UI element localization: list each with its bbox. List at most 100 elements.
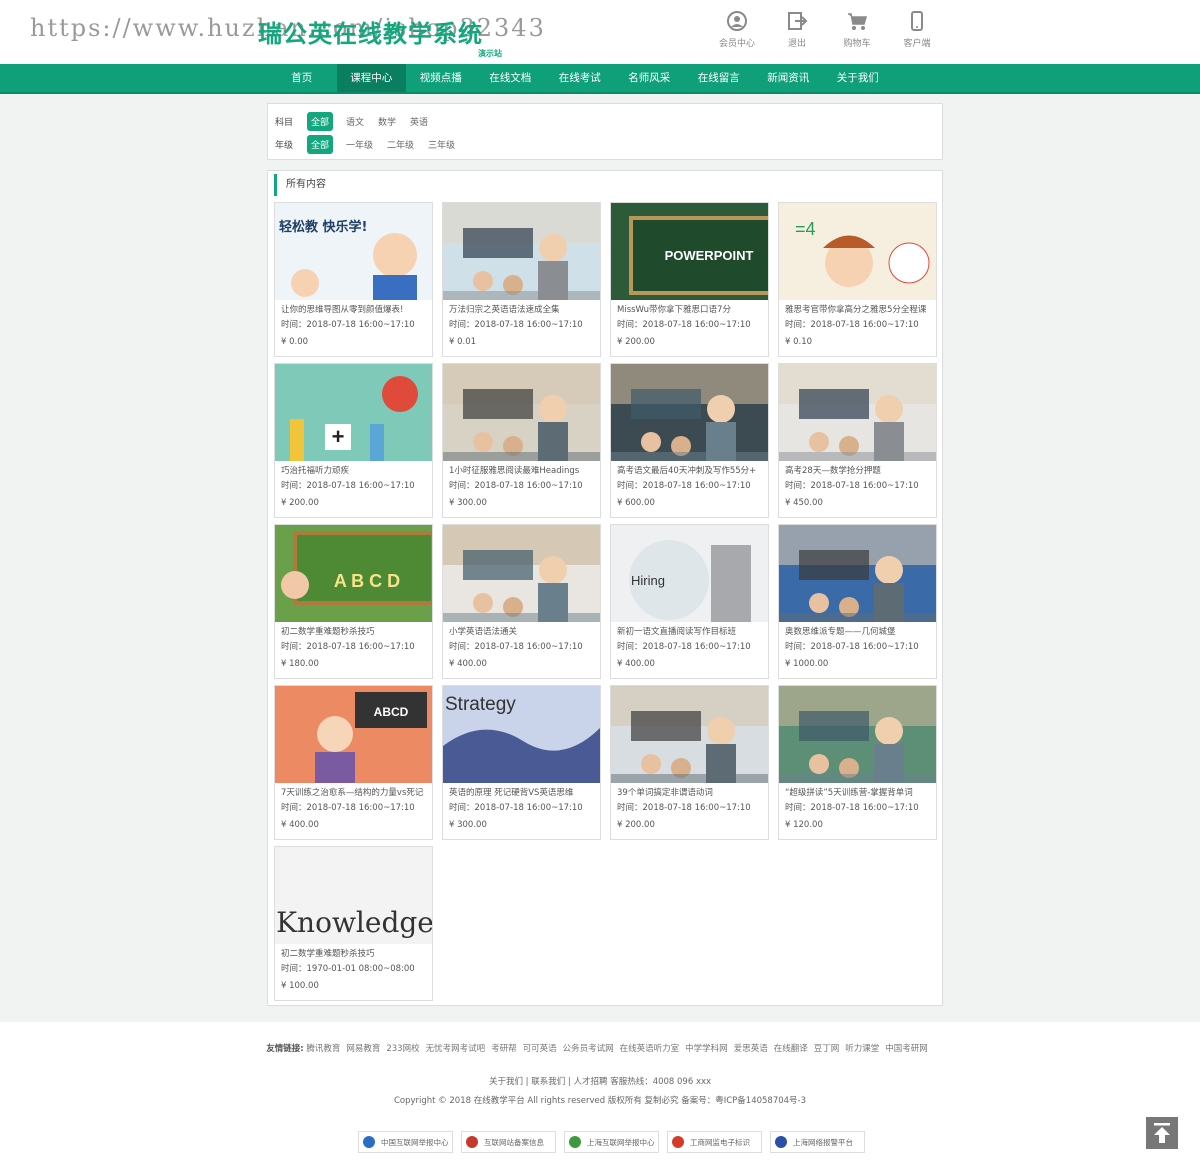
course-thumbnail[interactable] bbox=[443, 364, 600, 461]
site-logo[interactable]: 瑞公英在线教学系统 bbox=[258, 14, 483, 49]
course-card[interactable]: 奥数思维派专题——几何城堡 时间：2018-07-18 16:00~17:10 ¥ … bbox=[778, 524, 937, 679]
nav-item[interactable]: 名师风采 bbox=[615, 64, 685, 92]
course-time: 时间：2018-07-18 16:00~17:10 bbox=[785, 320, 919, 330]
subject-option[interactable]: 语文 bbox=[346, 115, 364, 128]
nav-item[interactable]: 关于我们 bbox=[823, 64, 893, 92]
footer-badge[interactable]: 上海网络报警平台 bbox=[770, 1131, 865, 1153]
friend-link[interactable]: 中国考研网 bbox=[885, 1044, 928, 1054]
course-title[interactable]: 雅思考官带你拿高分之雅思5分全程课 bbox=[779, 300, 936, 317]
client-button[interactable]: 客户端 bbox=[892, 10, 942, 49]
friend-link[interactable]: 无忧考网考试吧 bbox=[426, 1044, 486, 1054]
course-title[interactable]: 高考语文最后40天冲刺及写作55分+ bbox=[611, 461, 768, 478]
course-title[interactable]: 巧治托福听力顽疾 bbox=[275, 461, 432, 478]
friend-link[interactable]: 考研帮 bbox=[491, 1044, 517, 1054]
nav-item[interactable]: 视频点播 bbox=[406, 64, 476, 92]
subject-option[interactable]: 数学 bbox=[378, 115, 396, 128]
course-card[interactable]: Knowledge 初二数学重难题秒杀技巧 时间：1970-01-01 08:00~… bbox=[274, 846, 433, 1001]
course-thumbnail[interactable] bbox=[611, 364, 768, 461]
friend-link[interactable]: 腾讯教育 bbox=[306, 1044, 340, 1054]
grade-option[interactable]: 三年级 bbox=[428, 138, 455, 151]
course-card[interactable]: “超级拼读”5天训练营-掌握背单词 时间：2018-07-18 16:00~17:… bbox=[778, 685, 937, 840]
footer-badge[interactable]: 工商网监电子标识 bbox=[667, 1131, 762, 1153]
footer-badge[interactable]: 上海互联网举报中心 bbox=[564, 1131, 659, 1153]
friend-link[interactable]: 网易教育 bbox=[346, 1044, 380, 1054]
friend-link[interactable]: 豆丁网 bbox=[814, 1044, 840, 1054]
course-card[interactable]: 1小时征服雅思阅读最难Headings 时间：2018-07-18 16:00~1… bbox=[442, 363, 601, 518]
course-thumbnail[interactable] bbox=[443, 203, 600, 300]
course-title[interactable]: 奥数思维派专题——几何城堡 bbox=[779, 622, 936, 639]
course-title[interactable]: 39个单词搞定非谓语动词 bbox=[611, 783, 768, 800]
course-card[interactable]: A B C D 初二数学重难题秒杀技巧 时间：2018-07-18 16:00~17… bbox=[274, 524, 433, 679]
course-title[interactable]: 1小时征服雅思阅读最难Headings bbox=[443, 461, 600, 478]
footer-badge[interactable]: 互联网站备案信息 bbox=[461, 1131, 556, 1153]
grade-option[interactable]: 二年级 bbox=[387, 138, 414, 151]
friend-link[interactable]: 在线英语听力室 bbox=[620, 1044, 680, 1054]
cart-button[interactable]: 购物车 bbox=[832, 10, 882, 49]
course-title[interactable]: 初二数学重难题秒杀技巧 bbox=[275, 622, 432, 639]
course-title[interactable]: 7天训练之治愈系—结构的力量vs死记 bbox=[275, 783, 432, 800]
subject-option[interactable]: 全部 bbox=[307, 112, 334, 131]
course-card[interactable]: Hiring 新初一语文直播阅读写作目标班 时间：2018-07-18 16:00~… bbox=[610, 524, 769, 679]
course-card[interactable]: + 巧治托福听力顽疾 时间：2018-07-18 16:00~17:10 ¥ 200.… bbox=[274, 363, 433, 518]
course-thumbnail[interactable] bbox=[779, 364, 936, 461]
course-thumbnail[interactable]: + bbox=[275, 364, 432, 461]
friend-link[interactable]: 233网校 bbox=[386, 1044, 419, 1054]
site-footer: 友情链接: 腾讯教育 网易教育 233网校 无忧考网考试吧 考研帮 可可英语 公务员考试网在… bbox=[0, 1022, 1200, 1172]
friend-link[interactable]: 公务员考试网 bbox=[563, 1044, 614, 1054]
course-thumbnail[interactable]: Hiring bbox=[611, 525, 768, 622]
thumb-text: =4 bbox=[795, 219, 816, 239]
course-thumbnail[interactable]: =4 bbox=[779, 203, 936, 300]
friend-link[interactable]: 爱思英语 bbox=[734, 1044, 768, 1054]
friend-link[interactable]: 中学学科网 bbox=[685, 1044, 728, 1054]
member-center-button[interactable]: 会员中心 bbox=[712, 10, 762, 49]
course-card[interactable]: 小学英语语法通关 时间：2018-07-18 16:00~17:10 ¥ 400.0… bbox=[442, 524, 601, 679]
grade-option[interactable]: 一年级 bbox=[346, 138, 373, 151]
course-card[interactable]: 高考语文最后40天冲刺及写作55分+ 时间：2018-07-18 16:00~17… bbox=[610, 363, 769, 518]
friend-link[interactable]: 听力课堂 bbox=[845, 1044, 879, 1054]
course-thumbnail[interactable] bbox=[779, 525, 936, 622]
friend-link[interactable]: 可可英语 bbox=[523, 1044, 557, 1054]
thumb-text: Hiring bbox=[631, 573, 665, 588]
course-thumbnail[interactable]: ABCD bbox=[275, 686, 432, 783]
back-to-top-button[interactable] bbox=[1146, 1117, 1178, 1149]
footer-badge[interactable]: 中国互联网举报中心 bbox=[358, 1131, 453, 1153]
course-thumbnail[interactable] bbox=[779, 686, 936, 783]
nav-item[interactable]: 课程中心 bbox=[336, 64, 406, 92]
course-price: ¥ 1000.00 bbox=[785, 659, 829, 669]
course-thumbnail[interactable]: Knowledge bbox=[275, 847, 432, 944]
course-title[interactable]: 高考28天—数学抢分押题 bbox=[779, 461, 936, 478]
nav-item[interactable]: 新闻资讯 bbox=[754, 64, 824, 92]
subject-option[interactable]: 英语 bbox=[410, 115, 428, 128]
nav-item[interactable]: 在线考试 bbox=[545, 64, 615, 92]
course-card[interactable]: 39个单词搞定非谓语动词 时间：2018-07-18 16:00~17:10 ¥ 2… bbox=[610, 685, 769, 840]
grade-option[interactable]: 全部 bbox=[307, 135, 334, 154]
logout-button[interactable]: 退出 bbox=[772, 10, 822, 49]
course-thumbnail[interactable] bbox=[611, 686, 768, 783]
nav-item[interactable]: 在线留言 bbox=[684, 64, 754, 92]
course-title[interactable]: MissWu带你拿下雅思口语7分 bbox=[611, 300, 768, 317]
nav-item[interactable]: 在线文档 bbox=[476, 64, 546, 92]
friend-link[interactable]: 在线翻译 bbox=[774, 1044, 808, 1054]
course-title[interactable]: 万法归宗之英语语法速成全集 bbox=[443, 300, 600, 317]
course-price: ¥ 600.00 bbox=[617, 498, 655, 508]
course-card[interactable]: 高考28天—数学抢分押题 时间：2018-07-18 16:00~17:10 ¥ 4… bbox=[778, 363, 937, 518]
course-thumbnail[interactable]: A B C D bbox=[275, 525, 432, 622]
nav-item[interactable]: 首页 bbox=[267, 64, 337, 92]
course-title[interactable]: 英语的原理 死记硬背VS英语思维 bbox=[443, 783, 600, 800]
course-card[interactable]: =4 雅思考官带你拿高分之雅思5分全程课时间：2018-07-18 16:00~1… bbox=[778, 202, 937, 357]
course-title[interactable]: 新初一语文直播阅读写作目标班 bbox=[611, 622, 768, 639]
course-title[interactable]: 让你的思维导图从零到颜值爆表! bbox=[275, 300, 432, 317]
course-card[interactable]: Strategy 英语的原理 死记硬背VS英语思维 时间：2018-07-18 16… bbox=[442, 685, 601, 840]
course-thumbnail[interactable]: POWERPOINT bbox=[611, 203, 768, 300]
grade-filter-label: 年级 bbox=[275, 141, 294, 151]
course-title[interactable]: 初二数学重难题秒杀技巧 bbox=[275, 944, 432, 961]
course-card[interactable]: ABCD 7天训练之治愈系—结构的力量vs死记 时间：2018-07-18 16:0… bbox=[274, 685, 433, 840]
course-card[interactable]: 万法归宗之英语语法速成全集 时间：2018-07-18 16:00~17:10 ¥ … bbox=[442, 202, 601, 357]
course-card[interactable]: POWERPOINT MissWu带你拿下雅思口语7分 时间：2018-07-18 … bbox=[610, 202, 769, 357]
course-card[interactable]: 轻松教 快乐学! 让你的思维导图从零到颜值爆表! 时间：2018-07-18 16:… bbox=[274, 202, 433, 357]
course-thumbnail[interactable] bbox=[443, 525, 600, 622]
course-thumbnail[interactable]: 轻松教 快乐学! bbox=[275, 203, 432, 300]
course-thumbnail[interactable]: Strategy bbox=[443, 686, 600, 783]
course-title[interactable]: 小学英语语法通关 bbox=[443, 622, 600, 639]
course-title[interactable]: “超级拼读”5天训练营-掌握背单词 bbox=[779, 783, 936, 800]
